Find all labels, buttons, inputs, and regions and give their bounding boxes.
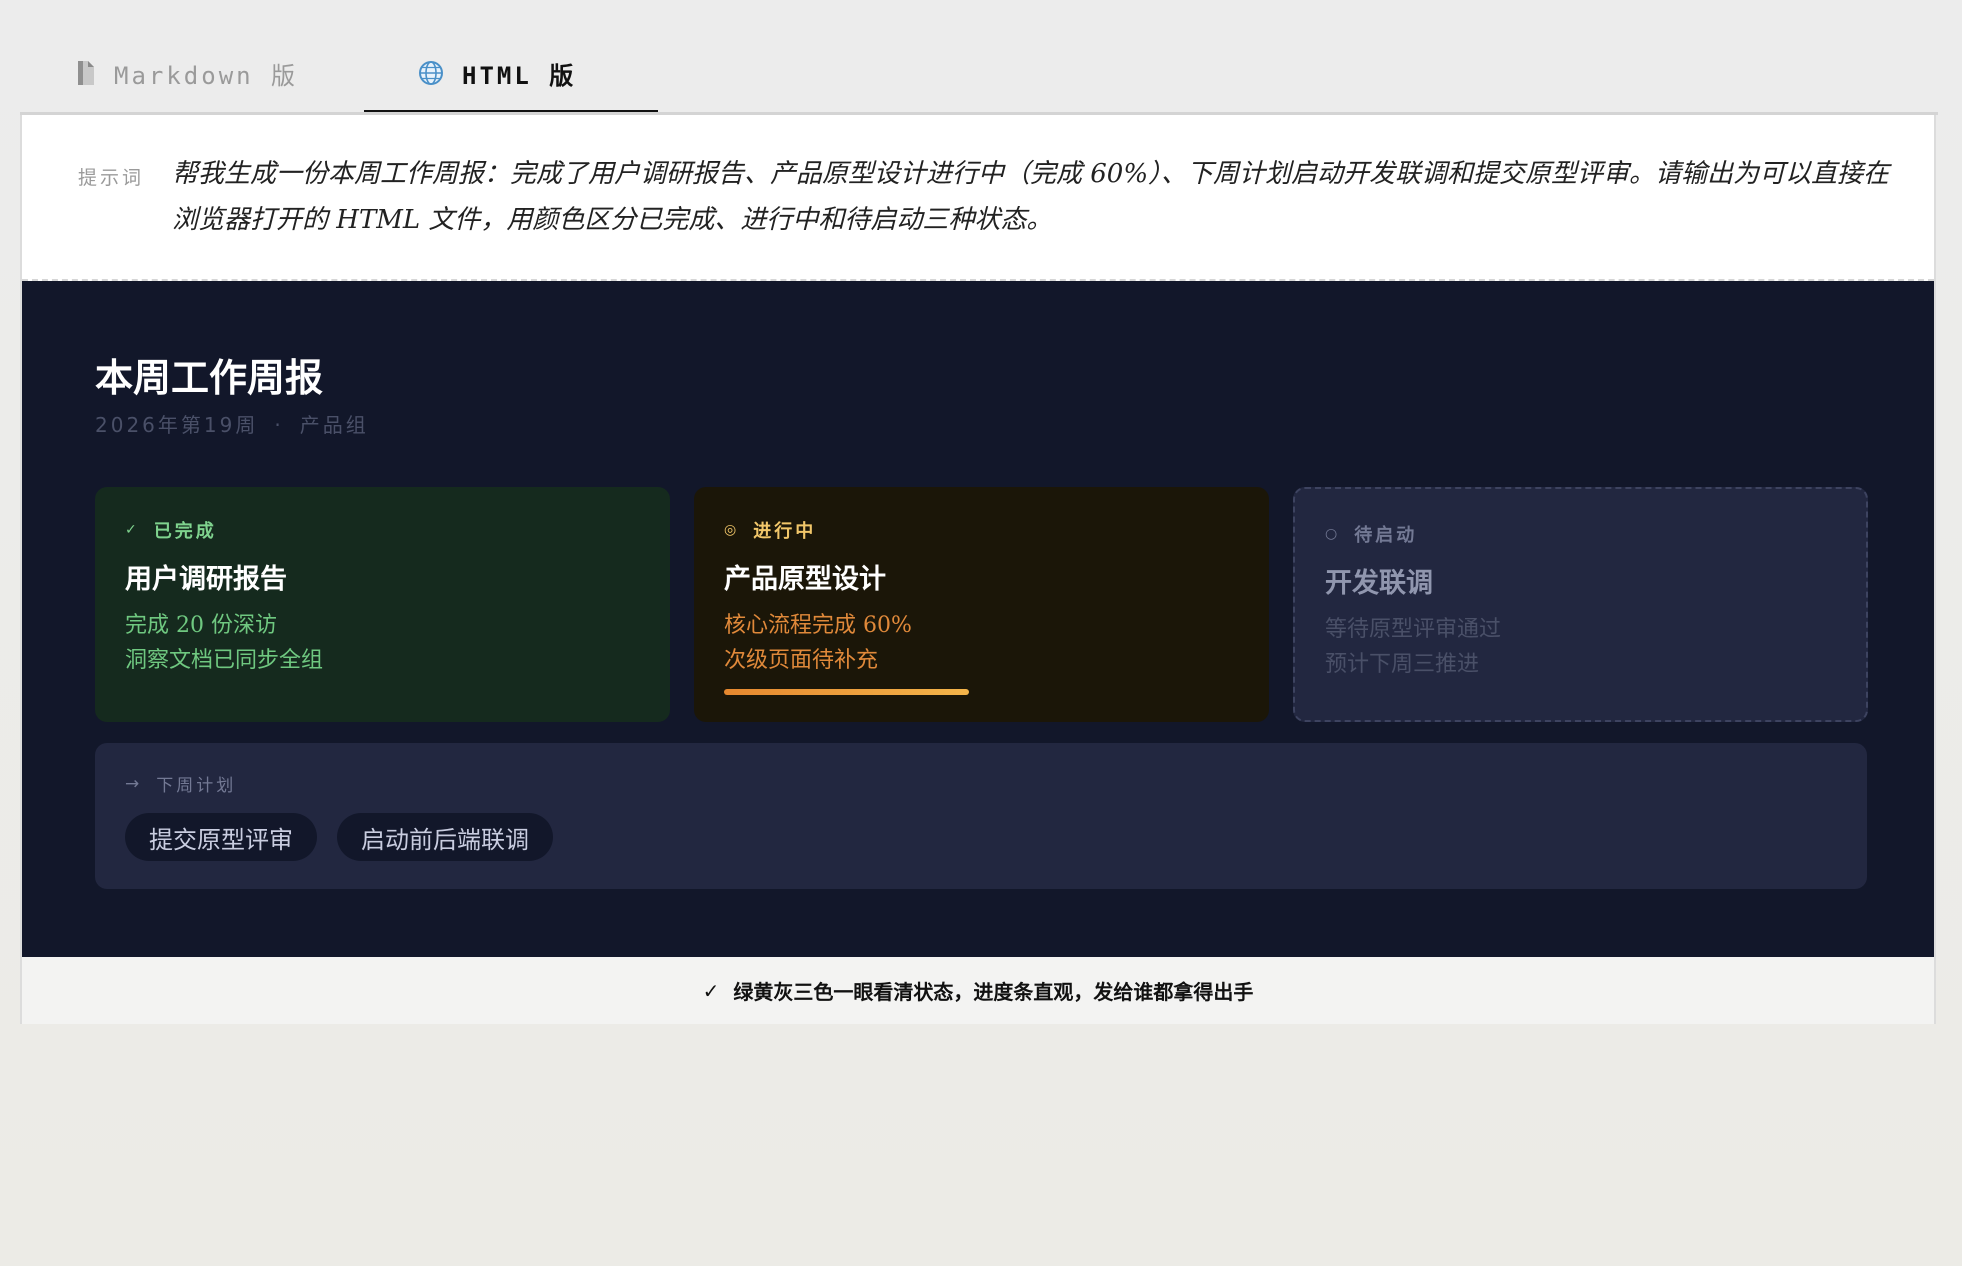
status-tag-label: 待启动 xyxy=(1354,525,1418,546)
progress-bar xyxy=(724,689,1235,695)
status-tag: ◎ 进行中 xyxy=(724,517,816,543)
example-card: 提示词 帮我生成一份本周工作周报：完成了用户调研报告、产品原型设计进行中（完成 … xyxy=(20,115,1936,1024)
plan-chip: 启动前后端联调 xyxy=(337,813,553,861)
report-meta: 2026年第19周 · 产品组 xyxy=(95,409,369,438)
status-card-in-progress: ◎ 进行中 产品原型设计 核心流程完成 60% 次级页面待补充 xyxy=(694,487,1269,722)
report-title: 本周工作周报 xyxy=(95,355,324,400)
next-week-title: 下周计划 xyxy=(156,776,237,796)
next-week-label: → 下周计划 xyxy=(125,771,237,797)
task-detail-2: 预计下周三推进 xyxy=(1325,652,1480,677)
tab-markdown[interactable]: Markdown 版 xyxy=(76,56,298,90)
task-name: 用户调研报告 xyxy=(125,564,287,595)
tab-html[interactable]: HTML 版 xyxy=(418,56,576,90)
status-tag: ○ 待启动 xyxy=(1325,521,1417,547)
task-detail-1: 等待原型评审通过 xyxy=(1325,617,1502,642)
tab-bar: Markdown 版 HTML 版 xyxy=(20,0,1938,115)
tab-html-label: HTML 版 xyxy=(462,61,577,90)
task-name: 产品原型设计 xyxy=(724,564,886,595)
plan-chip: 提交原型评审 xyxy=(125,813,317,861)
progress-bar-fill xyxy=(724,689,970,695)
next-week-plan: → 下周计划 提交原型评审 启动前后端联调 xyxy=(95,743,1867,889)
status-card-done: ✓ 已完成 用户调研报告 完成 20 份深访 洞察文档已同步全组 xyxy=(95,487,670,722)
target-icon: ◎ xyxy=(724,522,740,538)
globe-icon xyxy=(418,60,444,86)
html-preview: 本周工作周报 2026年第19周 · 产品组 ✓ 已完成 用户调研报告 完成 20 … xyxy=(22,281,1934,957)
report-week: 2026年第19周 xyxy=(95,413,259,437)
task-name: 开发联调 xyxy=(1325,568,1433,599)
task-detail-1: 完成 20 份深访 xyxy=(125,613,277,638)
document-icon xyxy=(76,60,96,86)
status-tag-label: 进行中 xyxy=(753,521,817,542)
task-detail-1: 核心流程完成 60% xyxy=(724,613,912,638)
prompt-text: 帮我生成一份本周工作周报：完成了用户调研报告、产品原型设计进行中（完成 60%）… xyxy=(172,159,1890,235)
report-team: 产品组 xyxy=(299,413,369,437)
tab-markdown-label: Markdown 版 xyxy=(114,61,299,90)
circle-icon: ○ xyxy=(1325,526,1341,542)
caption-text: 绿黄灰三色一眼看清状态，进度条直观，发给谁都拿得出手 xyxy=(733,980,1254,1004)
task-detail-2: 洞察文档已同步全组 xyxy=(125,648,324,673)
status-tag: ✓ 已完成 xyxy=(125,517,217,543)
meta-separator: · xyxy=(274,413,284,437)
status-tag-label: 已完成 xyxy=(153,521,217,542)
prompt-label: 提示词 xyxy=(78,167,145,189)
arrow-right-icon: → xyxy=(125,773,143,794)
check-icon: ✓ xyxy=(125,522,140,538)
caption-footer: ✓ 绿黄灰三色一眼看清状态，进度条直观，发给谁都拿得出手 xyxy=(22,957,1934,1024)
plan-chips: 提交原型评审 启动前后端联调 xyxy=(125,813,553,861)
task-detail-2: 次级页面待补充 xyxy=(724,648,879,673)
status-card-pending: ○ 待启动 开发联调 等待原型评审通过 预计下周三推进 xyxy=(1293,487,1868,722)
check-icon: ✓ xyxy=(702,978,720,1003)
prompt-section: 提示词 帮我生成一份本周工作周报：完成了用户调研报告、产品原型设计进行中（完成 … xyxy=(22,115,1934,281)
